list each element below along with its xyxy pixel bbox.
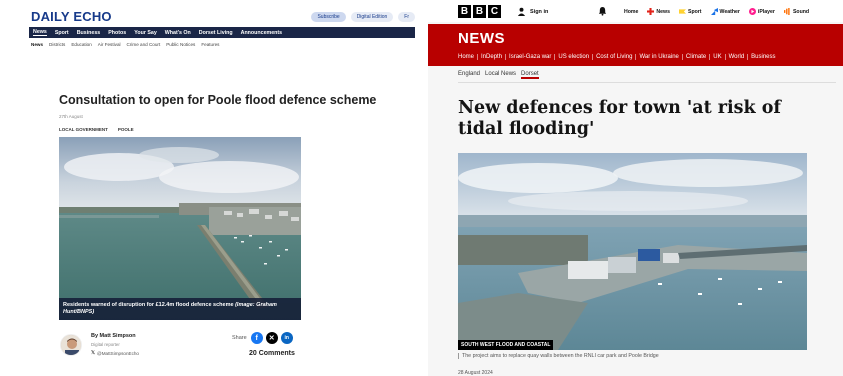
bbc-logo[interactable]: B B C <box>458 5 501 18</box>
newsnav-cost-of-living[interactable]: Cost of Living <box>592 54 635 60</box>
main-nav: News Sport Business Photos Your Say What… <box>29 27 415 38</box>
topnav-news[interactable]: News <box>647 8 670 15</box>
subnav-air-festival[interactable]: Air Festival <box>98 42 121 47</box>
subnav-news[interactable]: News <box>31 42 43 47</box>
facebook-icon[interactable]: f <box>250 332 263 344</box>
newsnav-home[interactable]: Home <box>458 54 477 60</box>
bbc-logo-letter: B <box>458 5 471 18</box>
linkedin-icon[interactable]: in <box>280 332 293 344</box>
subscribe-button[interactable]: Subscribe <box>311 12 346 22</box>
topnav-sound[interactable]: Sound <box>783 8 810 15</box>
article-headline: New defences for town 'at risk of tidal … <box>458 98 781 139</box>
topnav-news-label: News <box>656 8 670 15</box>
bbc-page: B B C Sign in Home News Sport Weather iP… <box>428 0 843 376</box>
newsnav-uk[interactable]: UK <box>709 54 724 60</box>
topnav-sport-label: Sport <box>687 8 702 15</box>
article-headline: Consultation to open for Poole flood def… <box>59 93 377 107</box>
author-handle: @MattSimpsonEcho <box>97 350 139 356</box>
sound-icon <box>783 8 790 15</box>
divider <box>458 82 836 83</box>
nav-news[interactable]: News <box>33 29 47 36</box>
tag-local-government[interactable]: LOCAL GOVERNMENT <box>59 127 108 132</box>
newsnav-world[interactable]: World <box>724 54 748 60</box>
article-hero-image[interactable] <box>458 153 807 350</box>
top-buttons: Subscribe Digital Edition Fr <box>311 12 415 22</box>
author-avatar[interactable] <box>60 334 82 356</box>
nav-your-say[interactable]: Your Say <box>134 30 157 36</box>
comments-link[interactable]: 20 Comments <box>249 350 295 357</box>
truncated-top-button[interactable]: Fr <box>398 12 415 22</box>
image-credit: SOUTH WEST FLOOD AND COASTAL <box>458 340 554 350</box>
article-date: 27th August <box>59 114 83 119</box>
newsnav-indepth[interactable]: InDepth <box>477 54 505 60</box>
subnav-districts[interactable]: Districts <box>49 42 65 47</box>
harbour-aerial-photo <box>59 137 301 320</box>
nav-dorset-living[interactable]: Dorset Living <box>199 30 233 36</box>
sport-icon <box>678 9 686 14</box>
daily-echo-logo[interactable]: DAILY ECHO <box>31 9 112 24</box>
nav-business[interactable]: Business <box>77 30 101 36</box>
bbc-top-nav: Home News Sport Weather iPlayer Sound <box>624 8 809 15</box>
topnav-weather[interactable]: Weather <box>710 8 740 15</box>
weather-icon <box>710 8 718 15</box>
subnav-dorset[interactable]: Dorset <box>521 71 539 79</box>
newsnav-war-in-ukraine[interactable]: War in Ukraine <box>635 54 681 60</box>
subnav-public-notices[interactable]: Public Notices <box>166 42 195 47</box>
news-icon <box>647 8 655 15</box>
news-banner: NEWS Home InDepth Israel-Gaza war US ele… <box>428 24 843 66</box>
subnav-local-news[interactable]: Local News <box>485 71 516 79</box>
bell-icon[interactable] <box>598 6 607 16</box>
share-bar: Share f ✕ in <box>232 332 293 344</box>
article-date: 28 August 2024 <box>458 370 493 376</box>
nav-announcements[interactable]: Announcements <box>241 30 283 36</box>
news-section-logo[interactable]: NEWS <box>458 30 505 47</box>
article-hero-image[interactable]: Residents warned of disruption for £12.4… <box>59 137 301 320</box>
image-caption: Residents warned of disruption for £12.4… <box>59 298 301 320</box>
nav-photos[interactable]: Photos <box>108 30 126 36</box>
sign-in-label: Sign in <box>530 8 549 15</box>
iplayer-icon <box>748 8 756 15</box>
topnav-home[interactable]: Home <box>624 8 638 15</box>
author-name[interactable]: By Matt Simpson <box>91 333 136 339</box>
x-logo-icon: 𝕏 <box>91 350 96 356</box>
subnav-features[interactable]: Features <box>201 42 219 47</box>
topnav-iplayer[interactable]: iPlayer <box>748 8 775 15</box>
newsnav-us-election[interactable]: US election <box>554 54 592 60</box>
tag-poole[interactable]: POOLE <box>118 127 134 132</box>
subnav-education[interactable]: Education <box>71 42 91 47</box>
x-share-icon[interactable]: ✕ <box>265 332 278 344</box>
subnav-crime-and-court[interactable]: Crime and Court <box>127 42 161 47</box>
quay-aerial-photo <box>458 153 807 350</box>
topnav-iplayer-label: iPlayer <box>757 8 775 15</box>
nav-whats-on[interactable]: What's On <box>165 30 191 36</box>
author-twitter[interactable]: 𝕏 @MattSimpsonEcho <box>91 350 139 356</box>
newsnav-business[interactable]: Business <box>747 54 778 60</box>
newsnav-israel-gaza[interactable]: Israel-Gaza war <box>505 54 554 60</box>
image-caption: The project aims to replace quay walls b… <box>458 353 659 359</box>
sub-nav: News Districts Education Air Festival Cr… <box>31 42 219 47</box>
subnav-england[interactable]: England <box>458 71 480 79</box>
digital-edition-button[interactable]: Digital Edition <box>350 12 394 22</box>
topnav-home-label: Home <box>624 8 639 15</box>
bbc-logo-letter: C <box>488 5 501 18</box>
bbc-logo-letter: B <box>473 5 486 18</box>
region-subnav: England Local News Dorset <box>458 71 539 79</box>
article-tags: LOCAL GOVERNMENT POOLE <box>59 127 134 132</box>
share-label: Share <box>232 335 247 341</box>
topnav-weather-label: Weather <box>719 8 740 15</box>
topnav-sound-label: Sound <box>792 8 810 15</box>
news-nav: Home InDepth Israel-Gaza war US election… <box>458 54 779 60</box>
author-role: Digital reporter <box>91 342 120 347</box>
author-photo <box>61 335 81 355</box>
topnav-sport[interactable]: Sport <box>678 8 702 15</box>
daily-echo-page: DAILY ECHO Subscribe Digital Edition Fr … <box>0 0 425 376</box>
bbc-masthead: B B C Sign in Home News Sport Weather iP… <box>428 0 843 22</box>
user-icon <box>517 7 526 16</box>
caption-text: Residents warned of disruption for £12.4… <box>63 302 236 308</box>
newsnav-climate[interactable]: Climate <box>681 54 709 60</box>
sign-in-button[interactable]: Sign in <box>517 7 548 16</box>
nav-sport[interactable]: Sport <box>55 30 69 36</box>
